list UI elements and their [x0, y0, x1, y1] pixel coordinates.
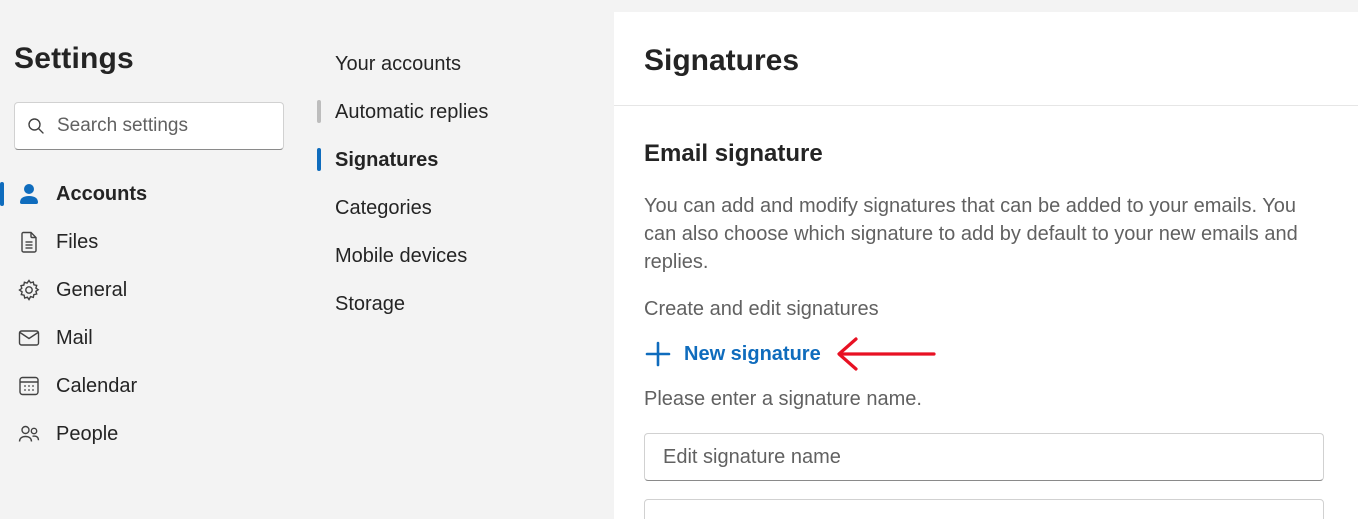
signature-editor[interactable] — [644, 499, 1324, 519]
signature-name-input[interactable] — [663, 445, 1303, 469]
document-icon — [16, 229, 42, 255]
gear-icon — [16, 277, 42, 303]
nav-item-calendar[interactable]: Calendar — [0, 362, 312, 410]
sub-item-label: Categories — [335, 196, 432, 219]
nav-item-label: Files — [56, 230, 99, 253]
nav-item-label: Calendar — [56, 374, 138, 397]
people-icon — [16, 421, 42, 447]
sub-item-automatic-replies[interactable]: Automatic replies — [312, 88, 614, 136]
search-icon — [28, 118, 44, 134]
red-arrow-icon — [837, 337, 936, 371]
sub-item-your-accounts[interactable]: Your accounts — [312, 40, 614, 88]
sub-item-label: Automatic replies — [335, 100, 489, 123]
hover-indicator — [317, 100, 321, 123]
sub-item-categories[interactable]: Categories — [312, 184, 614, 232]
section-title: Email signature — [644, 140, 823, 167]
nav-list: Accounts Files General Mail Calendar Peo… — [0, 170, 312, 458]
settings-title: Settings — [14, 42, 134, 75]
sub-item-label: Storage — [335, 292, 406, 315]
sub-item-storage[interactable]: Storage — [312, 280, 614, 328]
enter-name-label: Please enter a signature name. — [644, 388, 922, 410]
new-signature-button[interactable]: New signature — [644, 338, 821, 370]
calendar-icon — [16, 373, 42, 399]
person-icon — [16, 181, 42, 207]
nav-item-label: Mail — [56, 326, 93, 349]
nav-item-files[interactable]: Files — [0, 218, 312, 266]
section-description: You can add and modify signatures that c… — [644, 195, 1298, 273]
mail-icon — [16, 325, 42, 351]
new-signature-label: New signature — [684, 342, 821, 365]
nav-item-label: Accounts — [56, 182, 148, 205]
sub-item-label: Your accounts — [335, 52, 462, 75]
sub-item-label: Mobile devices — [335, 244, 468, 267]
nav-item-mail[interactable]: Mail — [0, 314, 312, 362]
nav-item-people[interactable]: People — [0, 410, 312, 458]
search-box[interactable] — [14, 102, 284, 150]
active-indicator — [317, 148, 321, 171]
plus-icon — [645, 341, 671, 367]
nav-item-label: General — [56, 278, 128, 301]
active-indicator — [0, 182, 4, 206]
panel-header: Signatures — [614, 12, 1358, 106]
left-nav: Settings Accounts — [0, 0, 312, 519]
settings-window: Settings Accounts — [0, 0, 1358, 519]
nav-item-label: People — [56, 422, 119, 445]
page-title: Signatures — [644, 44, 800, 77]
sub-item-mobile-devices[interactable]: Mobile devices — [312, 232, 614, 280]
nav-item-accounts[interactable]: Accounts — [0, 170, 312, 218]
signatures-panel: Signatures Email signature You can add a… — [614, 12, 1358, 519]
sub-item-label: Signatures — [335, 148, 439, 171]
create-edit-label: Create and edit signatures — [644, 298, 879, 320]
sub-item-signatures[interactable]: Signatures — [312, 136, 614, 184]
nav-item-general[interactable]: General — [0, 266, 312, 314]
search-input[interactable] — [57, 115, 277, 137]
sub-nav: Your accounts Automatic replies Signatur… — [312, 0, 614, 519]
signature-name-box[interactable] — [644, 433, 1324, 481]
